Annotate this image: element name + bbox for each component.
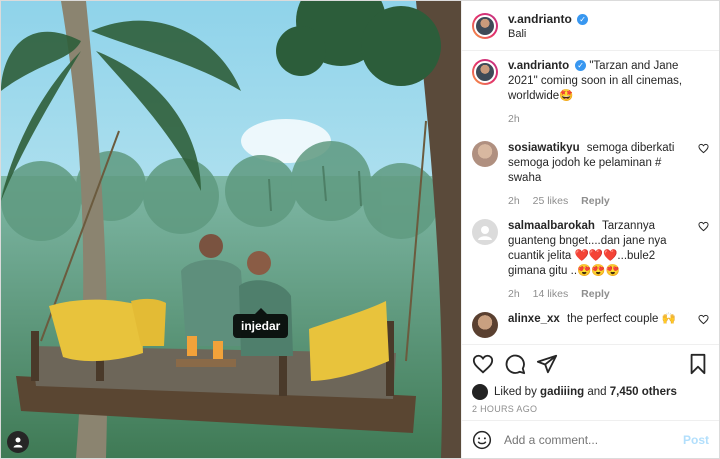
user-tag-icon[interactable] [7, 431, 29, 453]
avatar[interactable] [472, 219, 498, 245]
action-bar [462, 344, 719, 382]
comment-text: the perfect couple 🙌 [567, 313, 676, 325]
comment-username[interactable]: sosiawatikyu [508, 142, 580, 154]
comments-list[interactable]: v.andrianto ✓ "Tarzan and Jane 2021" comi… [462, 51, 719, 344]
avatar[interactable] [472, 12, 498, 39]
caption: v.andrianto ✓ "Tarzan and Jane 2021" comi… [472, 59, 709, 127]
list-item: sosiawatikyu semoga diberkati semoga jod… [472, 141, 709, 209]
likes-summary: Liked by gadiiing and 7,450 others [462, 382, 719, 402]
reply-button[interactable]: Reply [581, 195, 610, 207]
emoji-icon[interactable] [472, 430, 492, 450]
comment-time[interactable]: 2h [508, 195, 520, 207]
location-link[interactable]: Bali [508, 28, 588, 40]
avatar[interactable] [472, 312, 498, 338]
caption-username[interactable]: v.andrianto [508, 60, 569, 72]
comment-username[interactable]: alinxe_xx [508, 313, 560, 325]
heart-icon[interactable] [698, 314, 709, 325]
comment-likes[interactable]: 14 likes [533, 288, 569, 300]
post-header: v.andrianto ✓ Bali [462, 1, 719, 51]
list-item: salmaalbarokah Tarzannya guanteng bnget.… [472, 219, 709, 302]
share-icon[interactable] [536, 353, 558, 375]
avatar[interactable] [472, 384, 488, 400]
avatar[interactable] [472, 59, 498, 85]
likes-joiner: and [587, 386, 607, 398]
add-comment-bar: Post [462, 420, 719, 458]
bookmark-icon[interactable] [687, 353, 709, 375]
jungle-swing-photo [1, 1, 461, 458]
comment-time[interactable]: 2h [508, 288, 520, 300]
caption-time[interactable]: 2h [508, 113, 520, 125]
comment-input[interactable] [502, 431, 683, 448]
likes-others[interactable]: 7,450 others [610, 386, 677, 398]
post-side-panel: v.andrianto ✓ Bali v.andrianto ✓ "Tarzan … [461, 1, 719, 458]
post-photo[interactable]: injedar [1, 1, 461, 458]
user-tag-label[interactable]: injedar [233, 308, 289, 338]
post-timestamp[interactable]: 2 HOURS AGO [462, 402, 719, 420]
verified-icon: ✓ [575, 60, 587, 72]
post-comment-button[interactable]: Post [683, 433, 709, 447]
liked-by-user[interactable]: gadiiing [540, 386, 584, 398]
comment-icon[interactable] [504, 353, 526, 375]
verified-icon: ✓ [577, 13, 589, 25]
caption-body: v.andrianto ✓ "Tarzan and Jane 2021" comi… [508, 59, 709, 127]
post-container: injedar v.andrianto ✓ Bali v.andrianto ✓ [0, 0, 720, 459]
avatar[interactable] [472, 141, 498, 167]
heart-icon[interactable] [698, 143, 709, 154]
likes-prefix: Liked by [494, 386, 537, 398]
reply-button[interactable]: Reply [581, 288, 610, 300]
comment-likes[interactable]: 25 likes [533, 195, 569, 207]
heart-icon[interactable] [698, 221, 709, 232]
comment-username[interactable]: salmaalbarokah [508, 220, 595, 232]
heart-icon[interactable] [472, 353, 494, 375]
list-item: alinxe_xx the perfect couple 🙌 [472, 312, 709, 338]
header-username[interactable]: v.andrianto [508, 12, 572, 26]
